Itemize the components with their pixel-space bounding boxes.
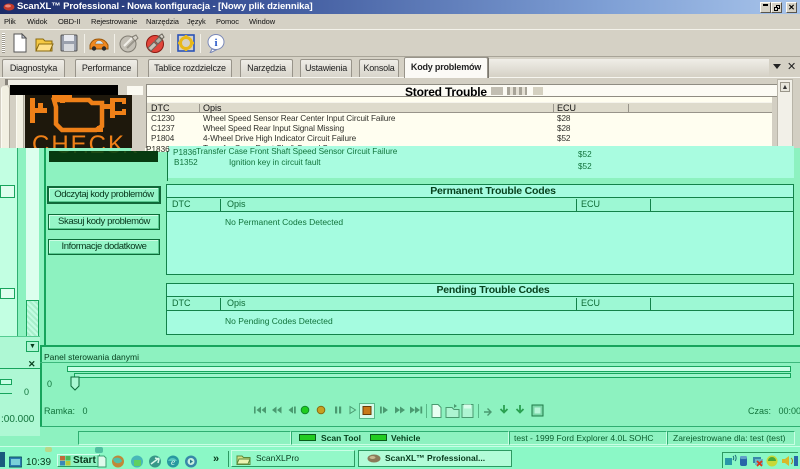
svg-text:e: e bbox=[171, 457, 175, 467]
svg-text:i: i bbox=[214, 37, 217, 49]
